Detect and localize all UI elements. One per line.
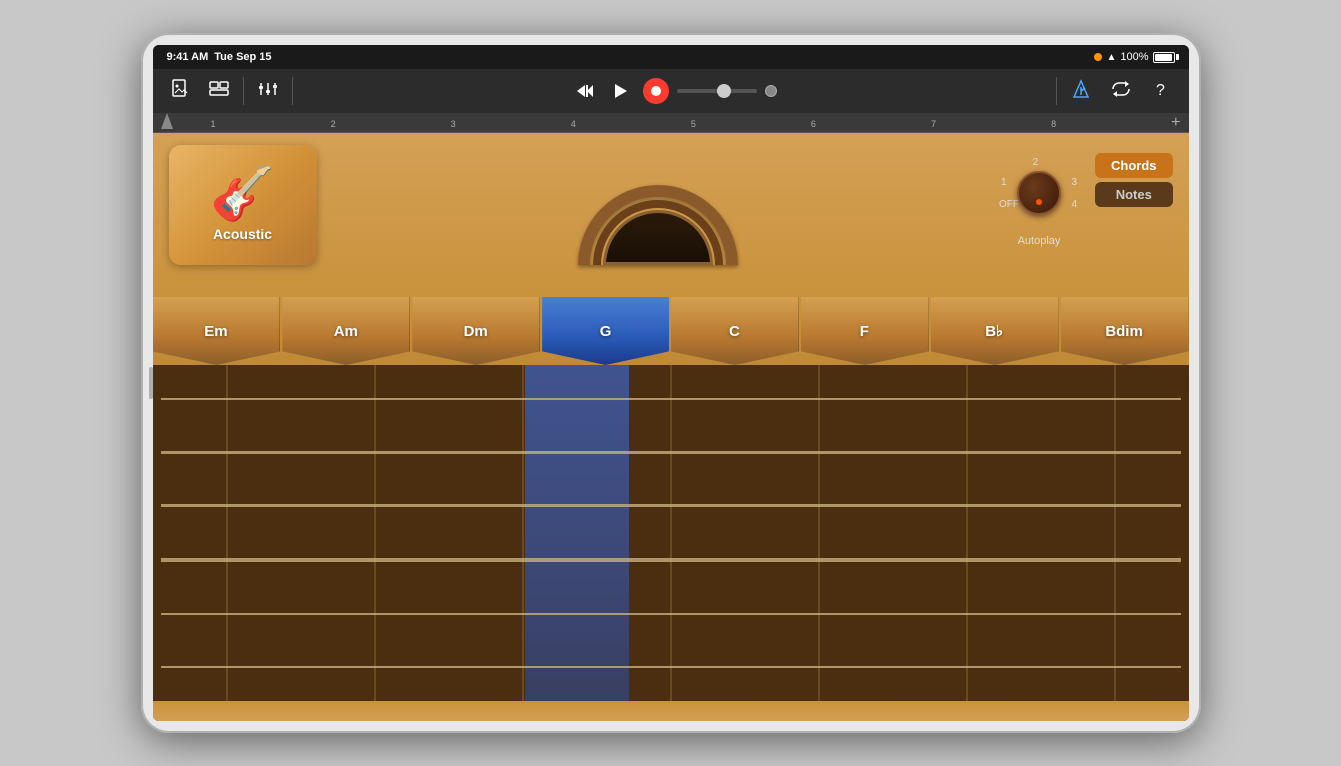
- fret-line-3: [522, 365, 524, 701]
- autoplay-label-4: 4: [1071, 199, 1077, 210]
- status-bar: 9:41 AM Tue Sep 15 ▲ 100%: [153, 45, 1189, 69]
- help-icon: ?: [1156, 82, 1165, 100]
- view-toggle-button[interactable]: [203, 75, 235, 107]
- toolbar: ?: [153, 69, 1189, 113]
- toolbar-left: [165, 75, 235, 107]
- fret-lines: [153, 365, 1189, 701]
- timeline-ruler: 1 2 3 4 5 6 7 8 +: [153, 113, 1189, 133]
- string-4: [161, 558, 1181, 562]
- toolbar-divider-2: [292, 77, 293, 105]
- notes-button[interactable]: Notes: [1095, 182, 1173, 207]
- metronome-button[interactable]: [1065, 75, 1097, 107]
- status-right: ▲ 100%: [1094, 51, 1174, 63]
- fret-line-5: [818, 365, 820, 701]
- ruler-mark-4: 4: [571, 113, 576, 132]
- chord-key-f[interactable]: F: [801, 297, 929, 365]
- transport-controls: [301, 77, 1048, 105]
- battery-fill: [1155, 54, 1172, 61]
- volume-thumb[interactable]: [717, 84, 731, 98]
- loop-icon: [1111, 81, 1131, 102]
- fret-line-1: [226, 365, 228, 701]
- view-toggle-icon: [209, 81, 229, 102]
- fretboard-bottom: [153, 701, 1189, 721]
- loop-button[interactable]: [1105, 75, 1137, 107]
- status-time: 9:41 AM: [167, 51, 209, 63]
- chord-key-bdim[interactable]: Bdim: [1061, 297, 1189, 365]
- autoplay-label-off: OFF: [999, 199, 1019, 210]
- toolbar-divider-1: [243, 77, 244, 105]
- controls-area: 1 2 3 4 OFF Autoplay: [999, 145, 1173, 247]
- ruler-mark-6: 6: [811, 113, 816, 132]
- guitar-icon: 🎸: [210, 168, 275, 220]
- ruler-mark-2: 2: [331, 113, 336, 132]
- chord-key-bb[interactable]: B♭: [931, 297, 1059, 365]
- instrument-thumbnail[interactable]: 🎸 Acoustic: [169, 145, 317, 265]
- status-date: Tue Sep 15: [214, 51, 271, 63]
- autoplay-knob[interactable]: [1017, 171, 1061, 215]
- string-6: [161, 666, 1181, 668]
- knob-position-indicator: [1036, 199, 1042, 205]
- fret-line-4: [670, 365, 672, 701]
- mixer-button[interactable]: [252, 75, 284, 107]
- chord-key-dm[interactable]: Dm: [412, 297, 540, 365]
- add-track-button[interactable]: +: [1171, 114, 1180, 132]
- new-song-button[interactable]: [165, 75, 197, 107]
- ruler-mark-3: 3: [451, 113, 456, 132]
- ruler-start: [161, 113, 211, 132]
- fretboard[interactable]: [153, 365, 1189, 701]
- battery-icon: [1153, 52, 1175, 63]
- guitar-main: 🎸 Acoustic: [153, 133, 1189, 721]
- fret-line-2: [374, 365, 376, 701]
- record-button[interactable]: [643, 78, 669, 104]
- mixer-icon: [258, 80, 278, 103]
- fret-line-7: [1114, 365, 1116, 701]
- soundhole: [578, 165, 738, 265]
- chord-key-am[interactable]: Am: [282, 297, 410, 365]
- ipad-frame: 9:41 AM Tue Sep 15 ▲ 100%: [141, 33, 1201, 733]
- ruler-mark-7: 7: [931, 113, 936, 132]
- autoplay-label: Autoplay: [1018, 235, 1061, 247]
- autoplay-knob-container: 1 2 3 4 OFF: [999, 153, 1079, 233]
- ruler-mark-8: 8: [1051, 113, 1056, 132]
- soundhole-area: [333, 145, 984, 285]
- guitar-top-panel: 🎸 Acoustic: [153, 133, 1189, 293]
- volume-slider[interactable]: [677, 89, 757, 93]
- help-button[interactable]: ?: [1145, 75, 1177, 107]
- ruler-mark-1: 1: [211, 113, 216, 132]
- orange-dot-icon: [1094, 53, 1102, 61]
- play-button[interactable]: [607, 77, 635, 105]
- chord-key-g[interactable]: G: [542, 297, 669, 365]
- battery-percent: 100%: [1120, 51, 1148, 63]
- toolbar-divider-3: [1056, 77, 1057, 105]
- autoplay-label-3: 3: [1071, 177, 1077, 188]
- toolbar-right: ?: [1065, 75, 1177, 107]
- fret-line-6: [966, 365, 968, 701]
- volume-indicator: [765, 85, 777, 97]
- instrument-name: Acoustic: [213, 226, 272, 242]
- chord-note-buttons: Chords Notes: [1095, 153, 1173, 207]
- status-left: 9:41 AM Tue Sep 15: [167, 51, 272, 63]
- new-song-icon: [172, 79, 190, 104]
- string-3: [161, 504, 1181, 507]
- string-1: [161, 398, 1181, 400]
- chord-strip: Em Am Dm G C F B♭ Bdim: [153, 293, 1189, 365]
- wifi-icon: ▲: [1106, 52, 1116, 63]
- record-icon: [651, 86, 661, 96]
- string-5: [161, 613, 1181, 615]
- active-chord-highlight: [525, 365, 629, 701]
- autoplay-label-1: 1: [1001, 177, 1007, 188]
- ruler-mark-5: 5: [691, 113, 696, 132]
- ruler-marks: 1 2 3 4 5 6 7 8: [211, 113, 1172, 132]
- autoplay-label-2: 2: [1033, 157, 1039, 168]
- ipad-screen: 9:41 AM Tue Sep 15 ▲ 100%: [153, 45, 1189, 721]
- string-2: [161, 451, 1181, 454]
- rewind-button[interactable]: [571, 77, 599, 105]
- chords-button[interactable]: Chords: [1095, 153, 1173, 178]
- chord-key-c[interactable]: C: [671, 297, 799, 365]
- guitar-area: 🎸 Acoustic: [153, 133, 1189, 721]
- chord-key-em[interactable]: Em: [153, 297, 281, 365]
- metronome-icon: [1072, 79, 1090, 104]
- autoplay-area: 1 2 3 4 OFF Autoplay: [999, 153, 1079, 247]
